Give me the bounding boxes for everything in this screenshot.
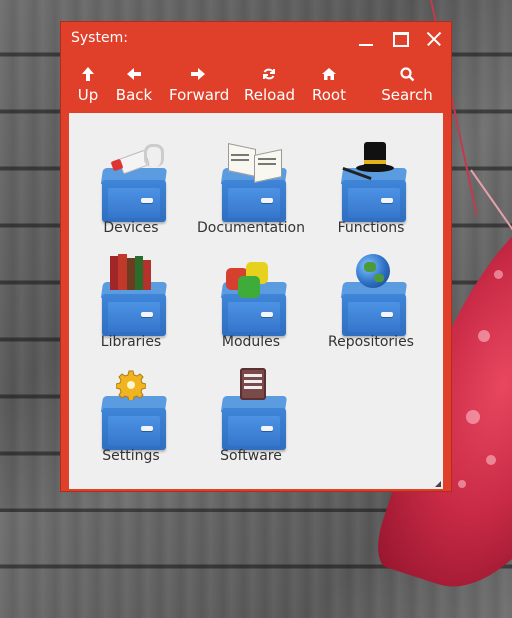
- search-label: Search: [381, 86, 433, 104]
- folder-documentation[interactable]: Documentation: [191, 132, 311, 242]
- arrow-right-icon: [169, 66, 227, 84]
- folder-settings[interactable]: Settings: [71, 360, 191, 470]
- water-drop: [466, 410, 480, 424]
- forward-button[interactable]: Forward: [169, 66, 230, 108]
- file-view: Devices Documentation Functions Librarie…: [69, 113, 443, 489]
- arrow-left-icon: [115, 66, 153, 84]
- window-title: System:: [71, 30, 128, 46]
- folder-devices[interactable]: Devices: [71, 132, 191, 242]
- search-icon: [381, 66, 433, 84]
- repositories-label: Repositories: [328, 334, 414, 350]
- folder-repositories[interactable]: Repositories: [311, 246, 431, 356]
- resize-grip[interactable]: [435, 481, 441, 487]
- documentation-label: Documentation: [197, 220, 305, 236]
- search-button[interactable]: Search: [381, 66, 433, 108]
- root-button[interactable]: Root: [311, 66, 347, 108]
- root-label: Root: [312, 86, 346, 104]
- reload-button[interactable]: Reload: [244, 66, 296, 108]
- libraries-drawer-icon: [100, 254, 168, 336]
- title-bar[interactable]: System:: [61, 22, 451, 56]
- home-icon: [311, 66, 347, 84]
- folder-software[interactable]: Software: [191, 360, 311, 470]
- settings-label: Settings: [102, 448, 160, 464]
- software-drawer-icon: [220, 368, 288, 450]
- file-manager-window: System: Up Back Forward Reload Root Sear…: [61, 22, 451, 491]
- toolbar: Up Back Forward Reload Root Search: [61, 60, 451, 110]
- up-button[interactable]: Up: [75, 66, 101, 108]
- modules-drawer-icon: [220, 262, 288, 336]
- maximize-button[interactable]: [390, 29, 412, 49]
- settings-drawer-icon: [100, 370, 168, 450]
- reload-icon: [244, 66, 294, 84]
- devices-drawer-icon: [100, 144, 168, 222]
- up-label: Up: [77, 86, 99, 104]
- folder-libraries[interactable]: Libraries: [71, 246, 191, 356]
- folder-functions[interactable]: Functions: [311, 132, 431, 242]
- forward-label: Forward: [169, 86, 230, 104]
- software-label: Software: [220, 448, 282, 464]
- documentation-drawer-icon: [220, 143, 288, 222]
- repositories-drawer-icon: [340, 254, 408, 336]
- water-drop: [458, 480, 466, 488]
- minimize-button[interactable]: [355, 29, 377, 49]
- functions-label: Functions: [337, 220, 405, 236]
- water-drop: [478, 330, 490, 342]
- close-button[interactable]: [423, 29, 445, 49]
- libraries-label: Libraries: [100, 334, 162, 350]
- gear-icon: [115, 370, 147, 402]
- reload-label: Reload: [244, 86, 296, 104]
- back-button[interactable]: Back: [115, 66, 153, 108]
- folder-modules[interactable]: Modules: [191, 246, 311, 356]
- modules-label: Modules: [221, 334, 281, 350]
- functions-drawer-icon: [340, 142, 408, 222]
- water-drop: [494, 270, 503, 279]
- devices-label: Devices: [103, 220, 159, 236]
- water-drop: [486, 455, 496, 465]
- arrow-up-icon: [75, 66, 101, 84]
- back-label: Back: [115, 86, 153, 104]
